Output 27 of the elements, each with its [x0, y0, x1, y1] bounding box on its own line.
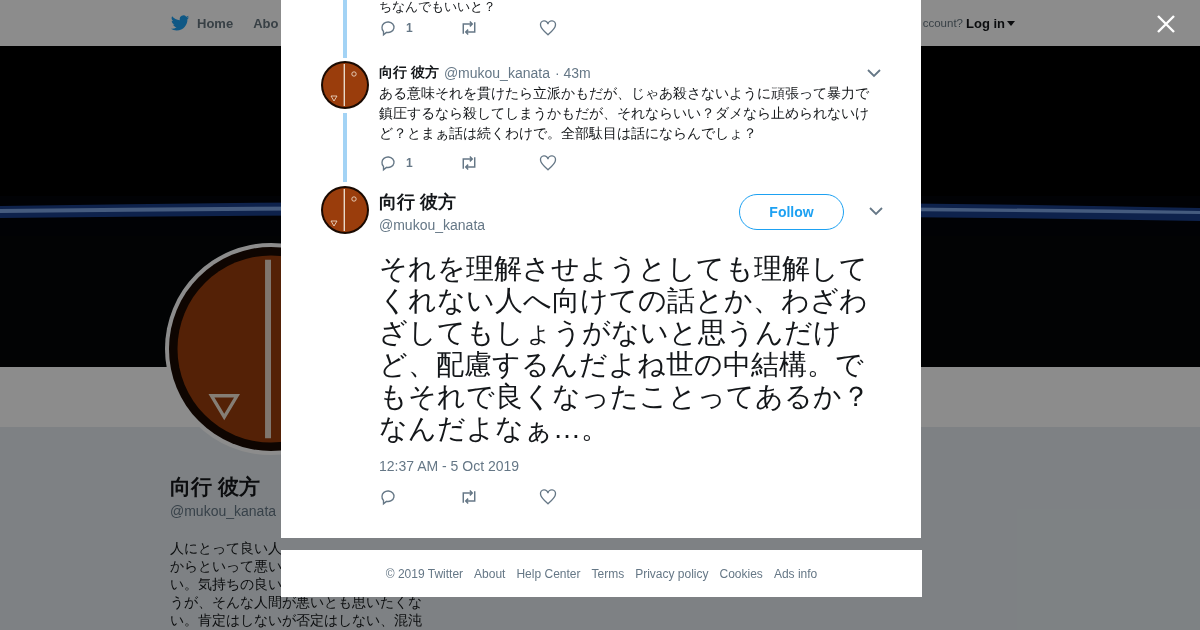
footer-link[interactable]: © 2019 Twitter — [385, 566, 464, 581]
footer-link[interactable]: About — [474, 566, 506, 581]
reply-icon[interactable] — [379, 19, 397, 37]
nav-link[interactable]: Abo — [253, 15, 279, 31]
bio-text: い。肯定はしないが否定はしない、混沌 — [170, 612, 422, 630]
reply-count: 1 — [406, 21, 413, 35]
tweet-text: ちなんでもいいと？ — [379, 0, 496, 14]
account-prompt: ccount? — [922, 17, 963, 29]
footer-link[interactable]: Help Center — [516, 566, 581, 581]
bio-text: からといって悪い — [170, 558, 282, 576]
footer-link[interactable]: Ads info — [773, 566, 818, 581]
nav-link[interactable]: Home — [170, 14, 234, 32]
bio-text: 人にとって良い人 — [170, 540, 282, 558]
footer-link[interactable]: Privacy policy — [635, 566, 709, 581]
login-button[interactable]: Log in — [966, 15, 1015, 31]
like-icon[interactable] — [539, 488, 557, 506]
tweet-timestamp[interactable]: 12:37 AM - 5 Oct 2019 — [379, 458, 520, 474]
bio-text: い。気持ちの良い — [170, 576, 282, 594]
profile-handle: @mukou_kanata — [170, 503, 277, 519]
close-button[interactable] — [1155, 13, 1177, 35]
footer-link[interactable]: Cookies — [719, 566, 763, 581]
caret-icon — [1007, 20, 1015, 26]
bird-icon — [170, 14, 190, 32]
footer-link[interactable]: Terms — [591, 566, 625, 581]
like-icon[interactable] — [539, 19, 557, 37]
profile-name: 向行 彼方 — [170, 475, 260, 499]
reply-icon[interactable] — [379, 488, 397, 506]
